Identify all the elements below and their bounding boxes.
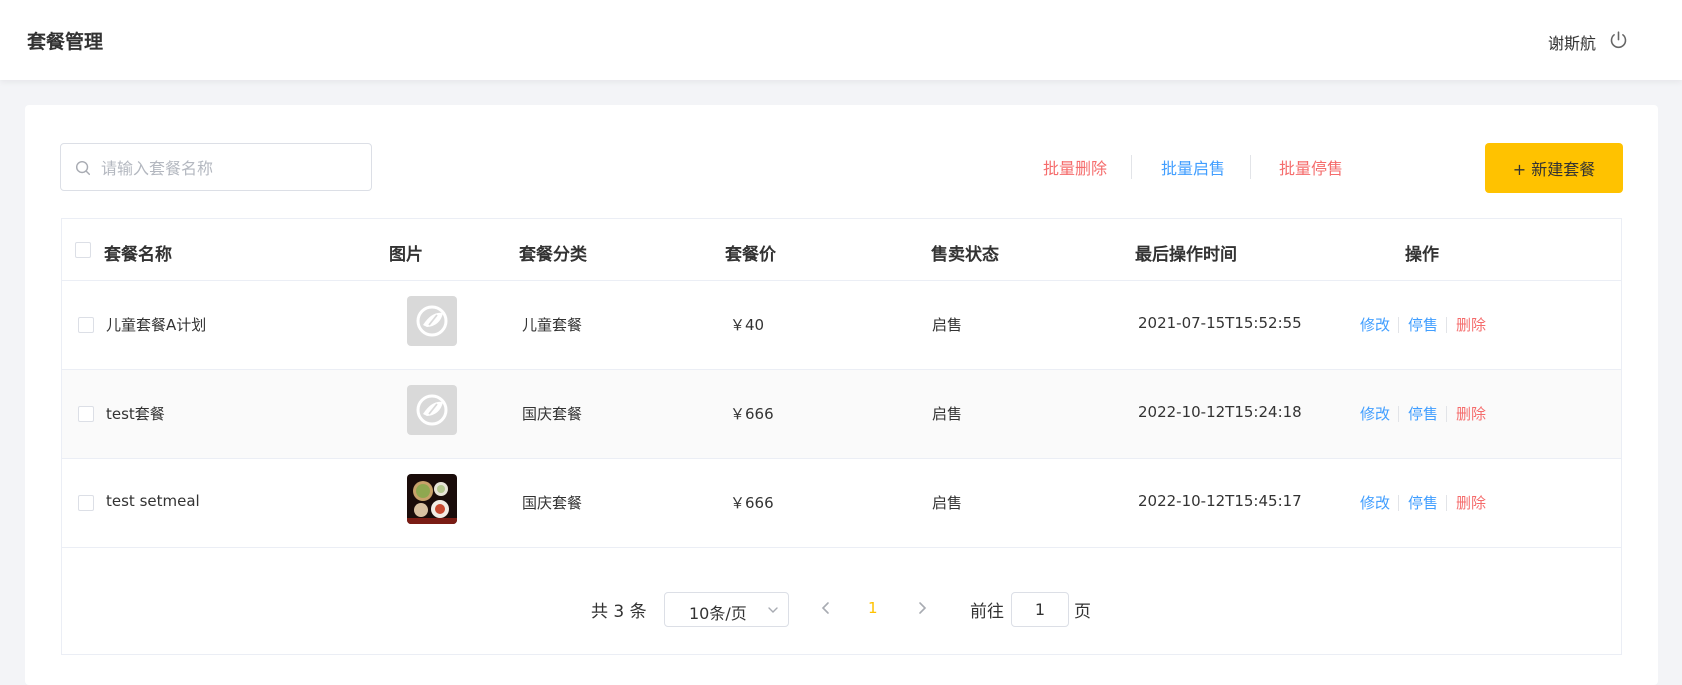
batch-delete-button[interactable]: 批量删除	[1043, 155, 1107, 179]
add-setmeal-button[interactable]: + 新建套餐	[1485, 143, 1623, 193]
search-box	[60, 143, 372, 192]
setmeal-image	[407, 296, 457, 346]
action-divider	[1398, 406, 1399, 422]
setmeal-price: ￥666	[730, 405, 774, 423]
pagination: 共 3 条 10条/页 1 前往 页	[0, 592, 1682, 632]
setmeal-status: 启售	[932, 494, 963, 512]
action-divider	[1446, 495, 1447, 511]
batch-enable-button[interactable]: 批量启售	[1161, 155, 1225, 179]
setmeal-price: ￥40	[730, 316, 765, 334]
action-divider	[1446, 317, 1447, 333]
action-divider	[1398, 317, 1399, 333]
search-icon	[75, 160, 91, 176]
setmeal-name: test套餐	[106, 405, 165, 423]
page-title: 套餐管理	[27, 31, 104, 53]
toolbar-divider	[1250, 155, 1251, 179]
goto-page-input[interactable]	[1011, 592, 1069, 627]
col-status-header: 售卖状态	[931, 245, 999, 265]
disable-button[interactable]: 停售	[1408, 492, 1438, 513]
pagination-total: 共 3 条	[591, 602, 647, 622]
setmeal-category: 儿童套餐	[522, 316, 583, 334]
chevron-right-icon[interactable]	[914, 600, 930, 616]
setmeal-updated-time: 2022-10-12T15:24:18	[1138, 403, 1302, 421]
page-size-label: 10条/页	[689, 604, 747, 623]
setmeal-category: 国庆套餐	[522, 494, 583, 512]
setmeal-name: 儿童套餐A计划	[106, 316, 207, 334]
col-actions-header: 操作	[1405, 245, 1439, 265]
setmeal-image	[407, 385, 457, 435]
col-category-header: 套餐分类	[519, 245, 587, 265]
delete-button[interactable]: 删除	[1456, 403, 1486, 424]
page-size-select[interactable]: 10条/页	[664, 592, 789, 627]
chevron-left-icon[interactable]	[818, 600, 834, 616]
page-number-current[interactable]: 1	[868, 599, 878, 617]
top-bar: 套餐管理 谢斯航	[0, 0, 1682, 80]
select-all-checkbox[interactable]	[75, 242, 91, 258]
col-name-header: 套餐名称	[104, 245, 172, 265]
setmeal-category: 国庆套餐	[522, 405, 583, 423]
edit-button[interactable]: 修改	[1360, 314, 1390, 335]
power-icon[interactable]	[1608, 30, 1629, 51]
edit-button[interactable]: 修改	[1360, 492, 1390, 513]
setmeal-table: 套餐名称 图片 套餐分类 套餐价 售卖状态 最后操作时间 操作 儿童套餐A计划 …	[61, 218, 1622, 655]
placeholder-logo-icon	[407, 296, 457, 346]
setmeal-price: ￥666	[730, 494, 774, 512]
setmeal-image	[407, 474, 457, 524]
table-header: 套餐名称 图片 套餐分类 套餐价 售卖状态 最后操作时间 操作	[62, 219, 1621, 281]
search-input[interactable]	[99, 144, 363, 192]
disable-button[interactable]: 停售	[1408, 314, 1438, 335]
setmeal-status: 启售	[932, 405, 963, 423]
table-row: test setmeal 国庆套餐 ￥666 启售 2022-10-12T15:…	[62, 459, 1621, 548]
action-divider	[1398, 495, 1399, 511]
setmeal-updated-time: 2022-10-12T15:45:17	[1138, 492, 1302, 510]
goto-label: 前往	[970, 602, 1004, 622]
delete-button[interactable]: 删除	[1456, 314, 1486, 335]
toolbar-divider	[1131, 155, 1132, 179]
col-image-header: 图片	[389, 245, 423, 265]
delete-button[interactable]: 删除	[1456, 492, 1486, 513]
disable-button[interactable]: 停售	[1408, 403, 1438, 424]
setmeal-updated-time: 2021-07-15T15:52:55	[1138, 314, 1302, 332]
goto-unit: 页	[1074, 602, 1091, 622]
col-price-header: 套餐价	[725, 245, 776, 265]
table-row: 儿童套餐A计划 儿童套餐 ￥40 启售 2021-07-15T15:52:55 …	[62, 281, 1621, 370]
row-checkbox[interactable]	[78, 495, 94, 511]
user-name: 谢斯航	[1547, 34, 1596, 53]
table-row: test套餐 国庆套餐 ￥666 启售 2022-10-12T15:24:18 …	[62, 370, 1621, 459]
row-checkbox[interactable]	[78, 406, 94, 422]
setmeal-name: test setmeal	[106, 492, 200, 510]
batch-disable-button[interactable]: 批量停售	[1279, 155, 1343, 179]
action-divider	[1446, 406, 1447, 422]
chevron-down-icon	[768, 607, 778, 613]
col-updated-header: 最后操作时间	[1135, 245, 1237, 265]
food-photo-icon	[407, 474, 457, 524]
row-checkbox[interactable]	[78, 317, 94, 333]
setmeal-status: 启售	[932, 316, 963, 334]
edit-button[interactable]: 修改	[1360, 403, 1390, 424]
placeholder-logo-icon	[407, 385, 457, 435]
